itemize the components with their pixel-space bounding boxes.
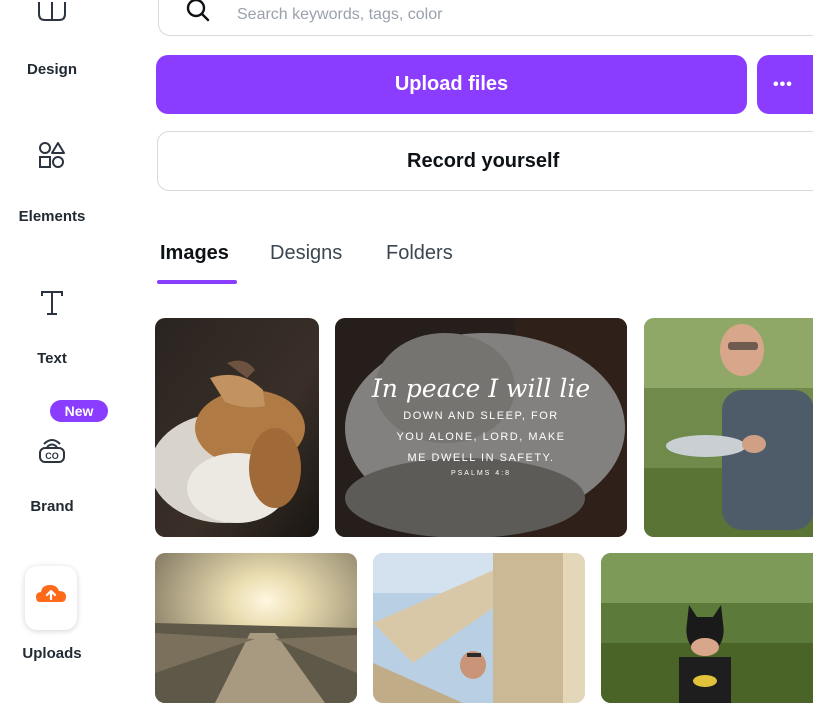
verse-line-2: DOWN AND SLEEP, FOR YOU ALONE, LORD, MAK… xyxy=(396,410,566,464)
brand-icon: CO xyxy=(39,439,65,463)
sidebar-item-text[interactable]: Text xyxy=(0,288,104,367)
search-icon xyxy=(186,0,210,22)
text-icon xyxy=(41,291,63,315)
new-badge: New xyxy=(50,400,108,422)
image-thumbnail-wood-structure[interactable] xyxy=(373,553,585,703)
tab-folders[interactable]: Folders xyxy=(386,242,453,265)
design-icon xyxy=(38,2,66,21)
sidebar-item-uploads-label[interactable]: Uploads xyxy=(0,645,104,662)
dog-photo xyxy=(155,318,319,537)
sidebar-item-label: Text xyxy=(37,350,67,367)
image-thumbnail-verse[interactable]: In peace I will lie DOWN AND SLEEP, FOR … xyxy=(335,318,627,537)
sidebar-item-label: Design xyxy=(26,61,77,78)
more-icon: ••• xyxy=(773,75,793,93)
sidebar-item-design[interactable]: Design xyxy=(0,0,104,78)
image-thumbnail-man-fish[interactable] xyxy=(644,318,813,537)
sidebar-item-label: Elements xyxy=(18,208,86,225)
image-thumbnail-sunset-boardwalk[interactable] xyxy=(155,553,357,703)
upload-files-button[interactable]: Upload files xyxy=(156,55,747,114)
search-input[interactable] xyxy=(235,1,759,29)
more-options-button[interactable]: ••• xyxy=(757,55,813,114)
active-tab-indicator xyxy=(157,280,237,284)
elements-icon xyxy=(39,142,65,168)
record-yourself-button[interactable]: Record yourself xyxy=(157,131,813,191)
search-bar[interactable] xyxy=(158,0,813,36)
sunset-boardwalk-photo xyxy=(155,553,357,703)
tab-images[interactable]: Images xyxy=(160,242,229,265)
verse-reference: PSALMS 4:8 xyxy=(450,470,512,477)
sidebar-item-elements[interactable]: Elements xyxy=(0,140,104,225)
verse-overlay: In peace I will lie DOWN AND SLEEP, FOR … xyxy=(335,318,627,537)
man-fish-photo xyxy=(644,318,813,537)
left-rail: Design Elements Text New CO Brand Upload… xyxy=(0,0,108,687)
sidebar-item-label: Brand xyxy=(30,498,74,515)
image-thumbnail-batman-kid[interactable] xyxy=(601,553,813,703)
svg-text:CO: CO xyxy=(45,451,59,461)
image-thumbnail-dog[interactable] xyxy=(155,318,319,537)
sidebar-item-label: Uploads xyxy=(22,645,82,662)
batman-kid-photo xyxy=(601,553,813,703)
sidebar-item-uploads[interactable] xyxy=(25,566,77,630)
sidebar-item-brand[interactable]: CO Brand xyxy=(0,434,104,515)
wood-structure-photo xyxy=(373,553,585,703)
tab-designs[interactable]: Designs xyxy=(270,242,342,265)
verse-line-1: In peace I will lie xyxy=(371,374,591,403)
upload-cloud-icon xyxy=(36,585,66,602)
